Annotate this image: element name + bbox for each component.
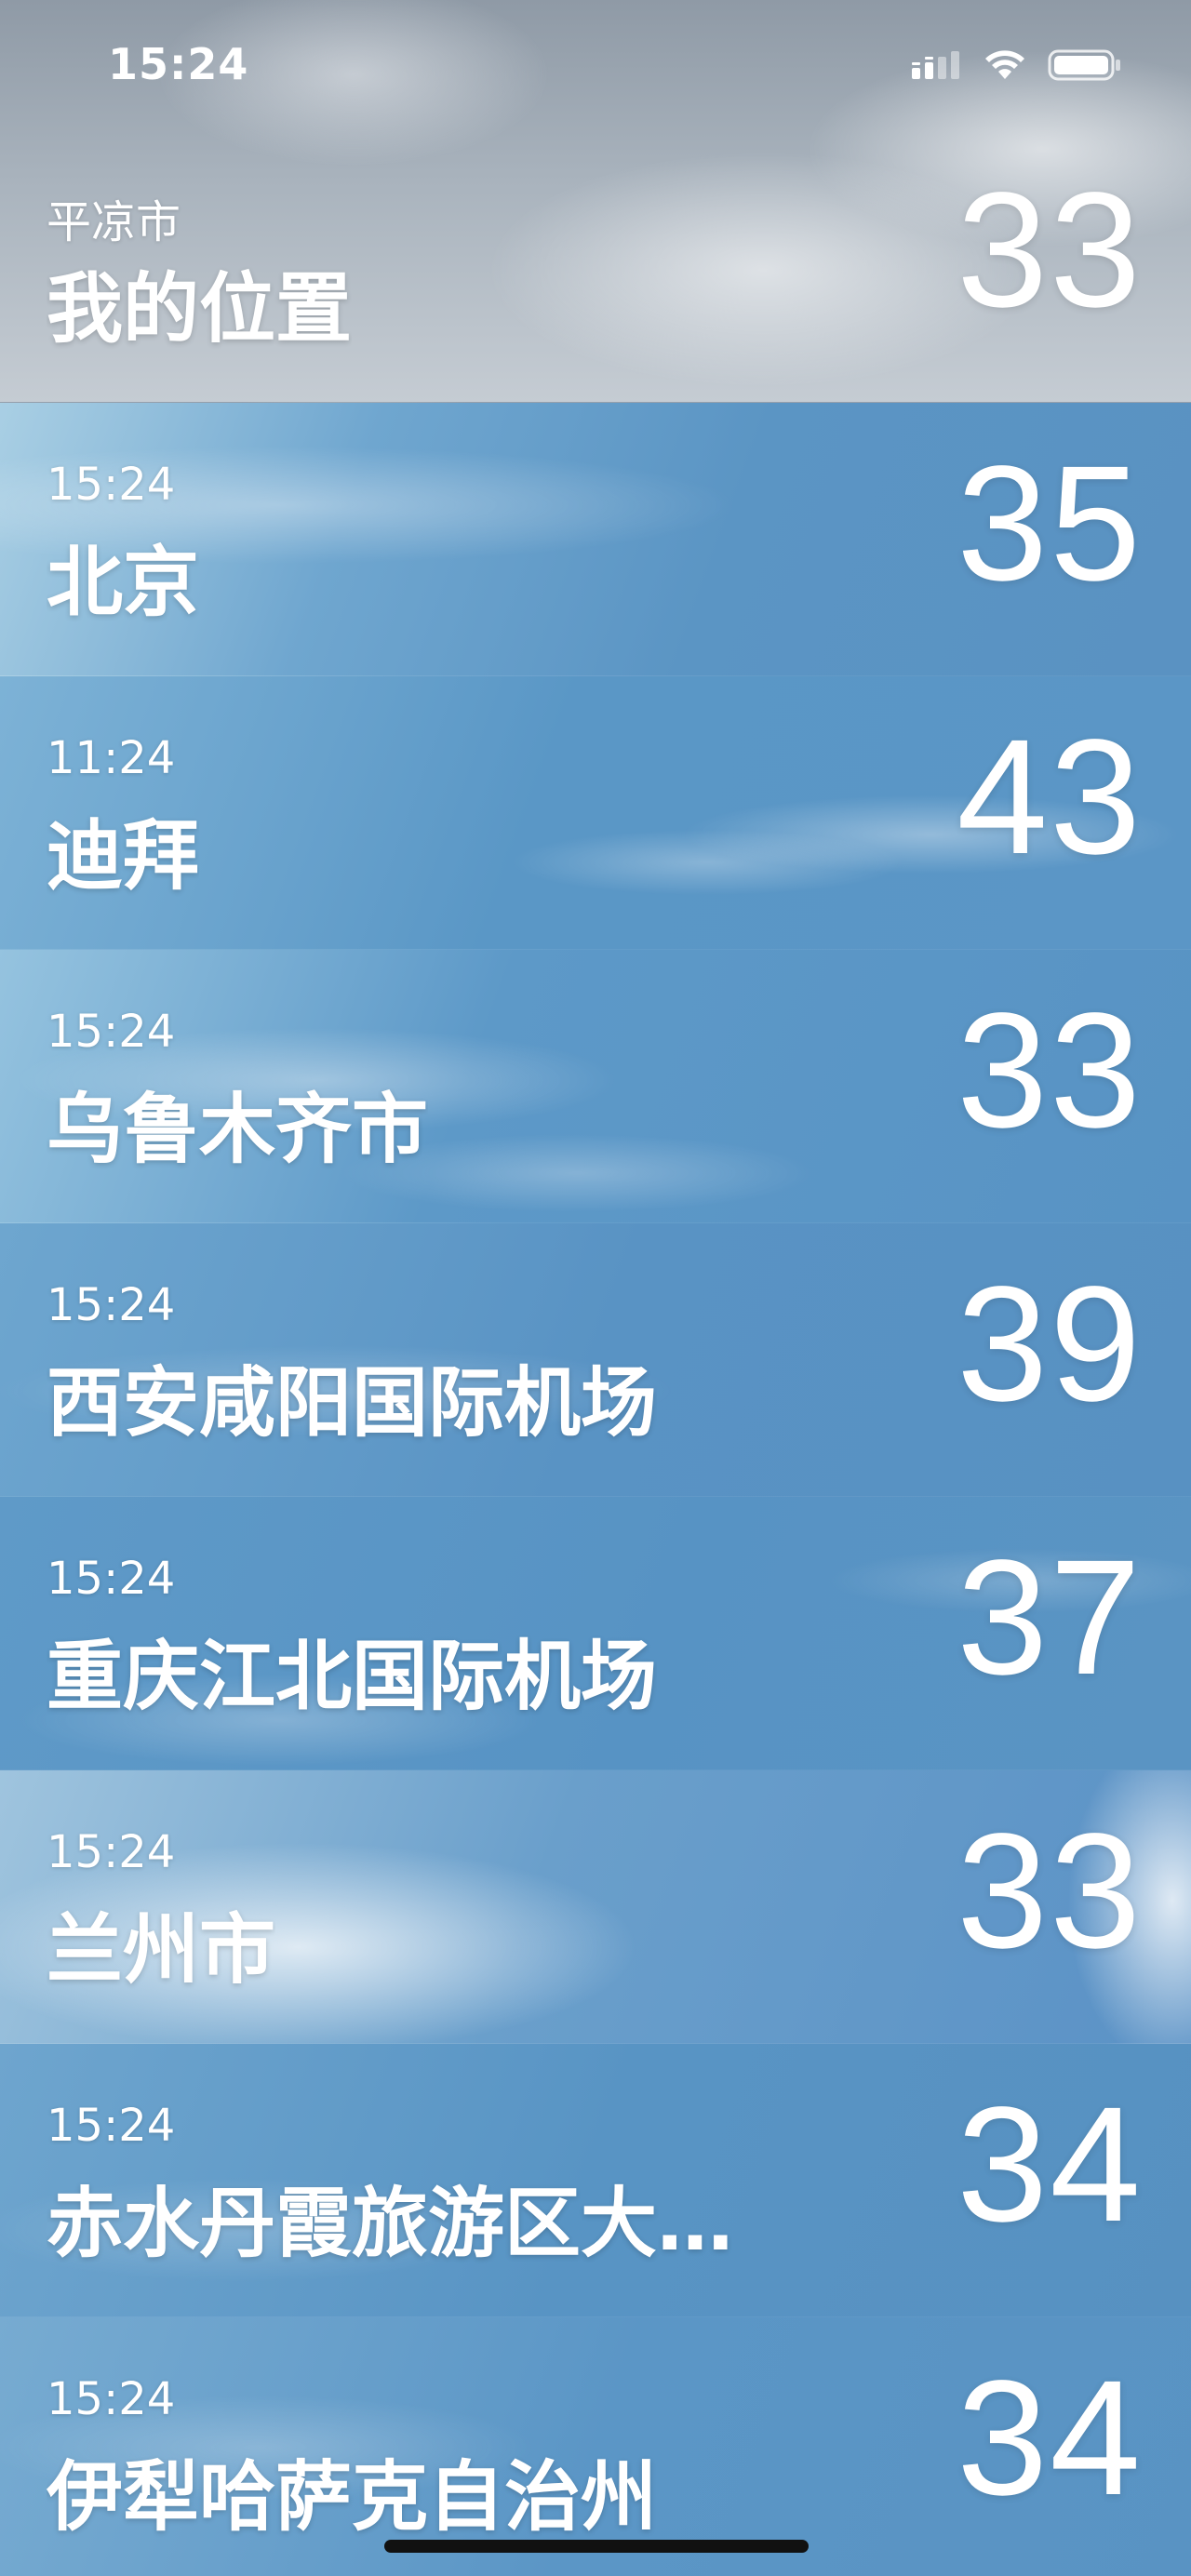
location-temperature: 34: [957, 2074, 1143, 2256]
location-row-content: 15:24 重庆江北国际机场 37: [0, 1497, 1191, 1769]
location-row-content: 15:24 伊犁哈萨克自治州 34: [0, 2317, 1191, 2576]
location-row[interactable]: 15:24 重庆江北国际机场 37: [0, 1497, 1191, 1770]
location-temperature: 39: [957, 1253, 1143, 1435]
location-row-content: 15:24 北京 35: [0, 403, 1191, 675]
location-temperature: 35: [957, 433, 1143, 615]
location-row[interactable]: 11:24 迪拜 43: [0, 676, 1191, 950]
location-temperature: 43: [957, 706, 1143, 888]
location-row[interactable]: 15:24 乌鲁木齐市 33: [0, 950, 1191, 1223]
location-subtitle: 11:24: [47, 732, 176, 784]
location-row-content: 平凉市 我的位置 33: [0, 129, 1191, 402]
battery-icon: [1048, 48, 1122, 86]
wifi-icon: [983, 48, 1027, 86]
location-temperature: 33: [957, 1800, 1143, 1982]
location-row[interactable]: 15:24 伊犁哈萨克自治州 34: [0, 2317, 1191, 2576]
location-title: 赤水丹霞旅游区大…: [47, 2180, 734, 2268]
location-temperature: 33: [957, 980, 1143, 1162]
location-title: 伊犁哈萨克自治州: [47, 2453, 658, 2542]
location-title: 兰州市: [47, 1906, 276, 1995]
location-subtitle: 平凉市: [47, 196, 181, 248]
location-row-content: 15:24 西安咸阳国际机场 39: [0, 1223, 1191, 1496]
location-list: 平凉市 我的位置 33 15:24 北京 35 11:24 迪拜 43 15:2…: [0, 0, 1191, 2576]
location-row[interactable]: 15:24 赤水丹霞旅游区大… 34: [0, 2044, 1191, 2317]
status-time: 15:24: [108, 39, 249, 89]
location-subtitle: 15:24: [47, 2373, 176, 2425]
status-bar: 15:24: [0, 0, 1191, 140]
location-row[interactable]: 15:24 西安咸阳国际机场 39: [0, 1223, 1191, 1497]
location-title: 重庆江北国际机场: [47, 1633, 658, 1721]
cellular-signal-icon: [912, 49, 962, 85]
location-row-content: 11:24 迪拜 43: [0, 676, 1191, 949]
location-temperature: 33: [957, 159, 1143, 341]
location-row[interactable]: 15:24 兰州市 33: [0, 1770, 1191, 2044]
location-row-content: 15:24 赤水丹霞旅游区大… 34: [0, 2044, 1191, 2316]
location-subtitle: 15:24: [47, 1006, 176, 1058]
location-temperature: 34: [957, 2347, 1143, 2529]
location-title: 乌鲁木齐市: [47, 1086, 429, 1174]
location-subtitle: 15:24: [47, 1553, 176, 1605]
location-subtitle: 15:24: [47, 1279, 176, 1331]
location-subtitle: 15:24: [47, 459, 176, 511]
location-subtitle: 15:24: [47, 2100, 176, 2152]
location-title: 我的位置: [47, 265, 353, 354]
home-indicator[interactable]: [384, 2540, 809, 2553]
location-subtitle: 15:24: [47, 1826, 176, 1878]
status-icons: [912, 48, 1122, 86]
weather-list-screen: 15:24 平凉市 我的位置 33 15:24 北京 35 11:24 迪拜 4…: [0, 0, 1191, 2576]
location-row[interactable]: 15:24 北京 35: [0, 403, 1191, 676]
location-title: 西安咸阳国际机场: [47, 1359, 658, 1448]
location-temperature: 37: [957, 1527, 1143, 1709]
location-row-content: 15:24 乌鲁木齐市 33: [0, 950, 1191, 1222]
location-title: 迪拜: [47, 812, 200, 901]
location-row-content: 15:24 兰州市 33: [0, 1770, 1191, 2043]
location-title: 北京: [47, 539, 200, 627]
